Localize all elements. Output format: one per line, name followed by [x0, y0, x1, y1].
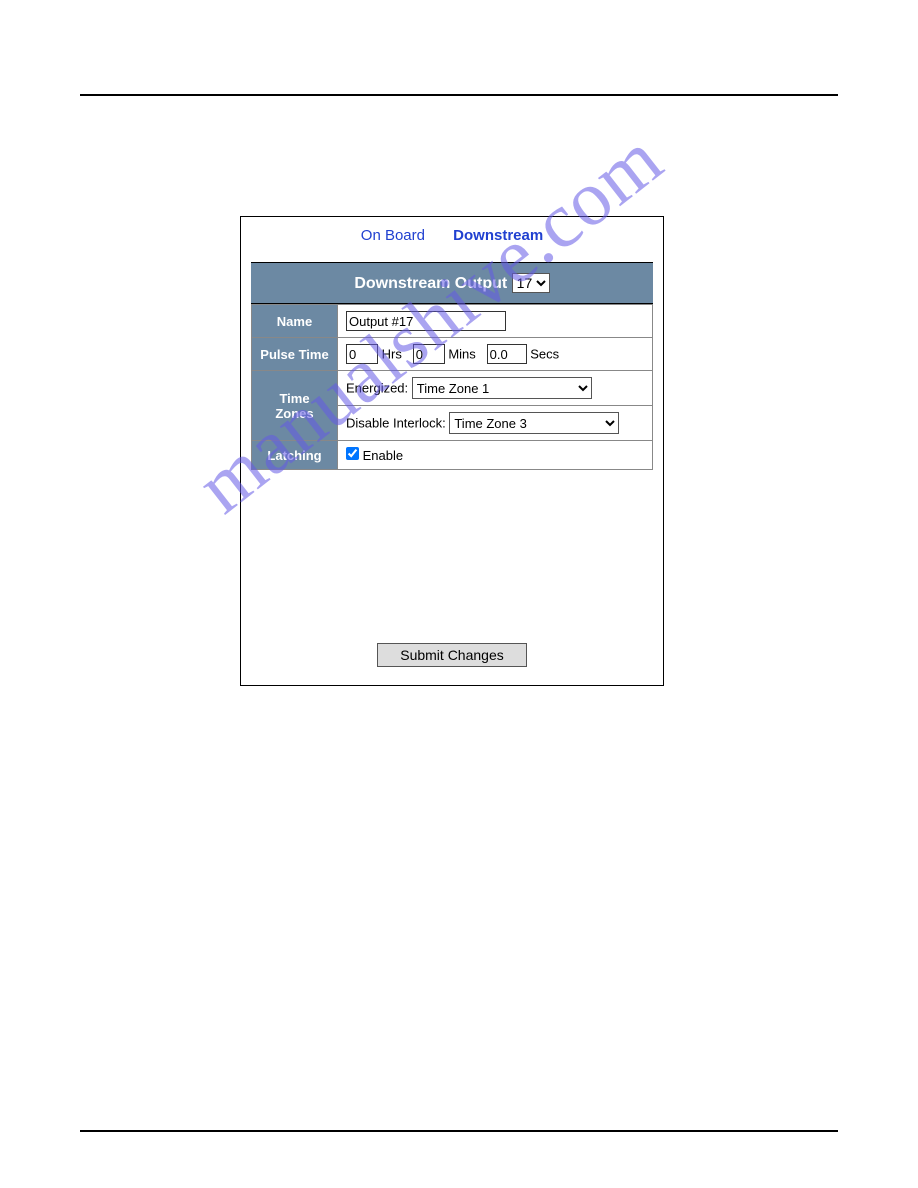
pulse-mins-input[interactable] — [413, 344, 445, 364]
latching-checkbox[interactable] — [346, 447, 359, 460]
tab-onboard[interactable]: On Board — [361, 227, 425, 244]
header-title: Downstream Output — [354, 275, 507, 292]
bottom-rule — [80, 1130, 838, 1132]
pulse-label: Pulse Time — [252, 338, 338, 371]
pulse-secs-input[interactable] — [487, 344, 527, 364]
top-rule — [80, 94, 838, 96]
secs-label: Secs — [530, 347, 559, 362]
output-select[interactable]: 17 — [512, 273, 550, 293]
mins-label: Mins — [448, 347, 475, 362]
config-panel: On Board Downstream Downstream Output 17… — [240, 216, 664, 686]
latching-enable-label: Enable — [363, 448, 403, 463]
name-label: Name — [252, 305, 338, 338]
latching-label: Latching — [252, 441, 338, 470]
tz-label: Time Zones — [252, 371, 338, 441]
disable-interlock-select[interactable]: Time Zone 3 — [449, 412, 619, 434]
name-input[interactable] — [346, 311, 506, 331]
submit-row: Submit Changes — [241, 643, 663, 667]
tab-bar: On Board Downstream — [241, 217, 663, 262]
hrs-label: Hrs — [382, 347, 402, 362]
pulse-hrs-input[interactable] — [346, 344, 378, 364]
energized-label: Energized: — [346, 381, 408, 396]
tab-downstream[interactable]: Downstream — [453, 227, 543, 244]
energized-select[interactable]: Time Zone 1 — [412, 377, 592, 399]
panel-header: Downstream Output 17 — [251, 262, 653, 304]
config-table: Name Pulse Time Hrs Mins Secs Time Zones — [251, 304, 653, 470]
submit-button[interactable]: Submit Changes — [377, 643, 527, 667]
disable-interlock-label: Disable Interlock: — [346, 416, 446, 431]
